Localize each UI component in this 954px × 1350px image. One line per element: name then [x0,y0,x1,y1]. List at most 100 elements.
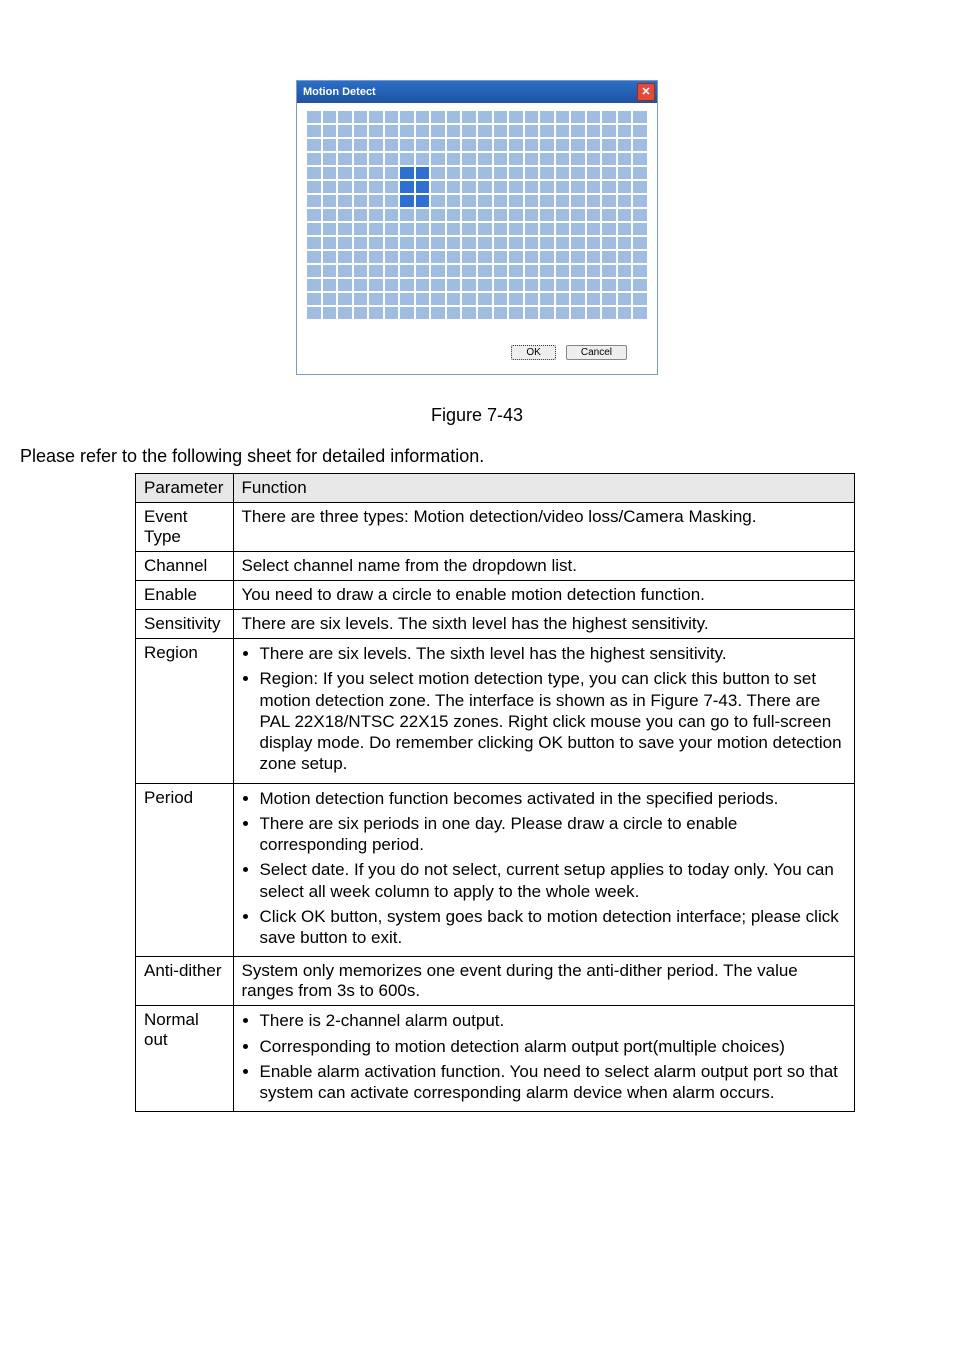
zone-cell[interactable] [338,279,352,291]
zone-cell[interactable] [462,251,476,263]
zone-cell[interactable] [431,181,445,193]
zone-cell[interactable] [307,111,321,123]
zone-cell[interactable] [525,181,539,193]
zone-cell[interactable] [602,237,616,249]
zone-cell[interactable] [447,307,461,319]
zone-cell[interactable] [431,195,445,207]
zone-cell[interactable] [571,195,585,207]
zone-cell[interactable] [587,307,601,319]
zone-cell[interactable] [385,195,399,207]
zone-cell[interactable] [571,167,585,179]
zone-cell[interactable] [478,251,492,263]
zone-cell[interactable] [307,181,321,193]
zone-cell[interactable] [307,125,321,137]
zone-cell[interactable] [447,265,461,277]
zone-cell[interactable] [369,251,383,263]
zone-cell[interactable] [509,139,523,151]
zone-cell[interactable] [447,167,461,179]
zone-cell[interactable] [525,125,539,137]
zone-cell[interactable] [447,111,461,123]
zone-cell[interactable] [571,223,585,235]
zone-cell[interactable] [633,195,647,207]
zone-cell[interactable] [323,139,337,151]
zone-cell[interactable] [540,237,554,249]
zone-cell[interactable] [323,167,337,179]
zone-cell[interactable] [431,209,445,221]
zone-cell[interactable] [587,279,601,291]
zone-cell[interactable] [447,195,461,207]
zone-cell[interactable] [556,111,570,123]
zone-cell[interactable] [431,111,445,123]
zone-cell[interactable] [633,167,647,179]
zone-cell[interactable] [462,153,476,165]
zone-cell[interactable] [369,293,383,305]
zone-cell[interactable] [540,279,554,291]
zone-cell[interactable] [431,265,445,277]
zone-cell[interactable] [338,265,352,277]
cancel-button[interactable]: Cancel [566,345,627,360]
zone-cell[interactable] [587,181,601,193]
zone-cell[interactable] [525,195,539,207]
zone-cell[interactable] [478,139,492,151]
zone-cell[interactable] [338,237,352,249]
zone-cell[interactable] [400,195,414,207]
zone-cell[interactable] [556,251,570,263]
zone-cell[interactable] [525,111,539,123]
zone-cell[interactable] [509,153,523,165]
zone-cell[interactable] [400,223,414,235]
zone-cell[interactable] [400,237,414,249]
zone-cell[interactable] [323,307,337,319]
zone-cell[interactable] [338,181,352,193]
zone-cell[interactable] [307,307,321,319]
zone-cell[interactable] [354,125,368,137]
zone-cell[interactable] [633,139,647,151]
zone-cell[interactable] [618,307,632,319]
zone-cell[interactable] [416,237,430,249]
zone-cell[interactable] [478,307,492,319]
zone-cell[interactable] [462,293,476,305]
zone-cell[interactable] [338,251,352,263]
zone-cell[interactable] [478,181,492,193]
close-icon[interactable]: ✕ [637,83,655,101]
zone-cell[interactable] [571,265,585,277]
zone-cell[interactable] [338,125,352,137]
zone-cell[interactable] [307,251,321,263]
zone-cell[interactable] [602,307,616,319]
zone-cell[interactable] [338,153,352,165]
zone-cell[interactable] [525,153,539,165]
zone-cell[interactable] [431,153,445,165]
zone-cell[interactable] [354,307,368,319]
zone-cell[interactable] [323,195,337,207]
zone-cell[interactable] [571,125,585,137]
zone-cell[interactable] [385,153,399,165]
zone-cell[interactable] [478,223,492,235]
zone-cell[interactable] [587,293,601,305]
zone-cell[interactable] [556,195,570,207]
zone-cell[interactable] [478,209,492,221]
zone-cell[interactable] [431,307,445,319]
zone-cell[interactable] [494,237,508,249]
zone-cell[interactable] [338,111,352,123]
zone-cell[interactable] [494,279,508,291]
zone-cell[interactable] [509,307,523,319]
zone-cell[interactable] [618,167,632,179]
zone-cell[interactable] [633,265,647,277]
zone-cell[interactable] [618,279,632,291]
zone-cell[interactable] [478,125,492,137]
zone-cell[interactable] [571,307,585,319]
zone-cell[interactable] [431,223,445,235]
zone-cell[interactable] [602,293,616,305]
zone-cell[interactable] [369,153,383,165]
zone-cell[interactable] [323,125,337,137]
zone-cell[interactable] [525,167,539,179]
zone-cell[interactable] [431,293,445,305]
zone-cell[interactable] [385,181,399,193]
zone-cell[interactable] [633,125,647,137]
zone-cell[interactable] [338,307,352,319]
zone-cell[interactable] [369,125,383,137]
zone-cell[interactable] [307,195,321,207]
zone-cell[interactable] [307,279,321,291]
zone-cell[interactable] [354,237,368,249]
zone-cell[interactable] [571,251,585,263]
zone-cell[interactable] [385,293,399,305]
